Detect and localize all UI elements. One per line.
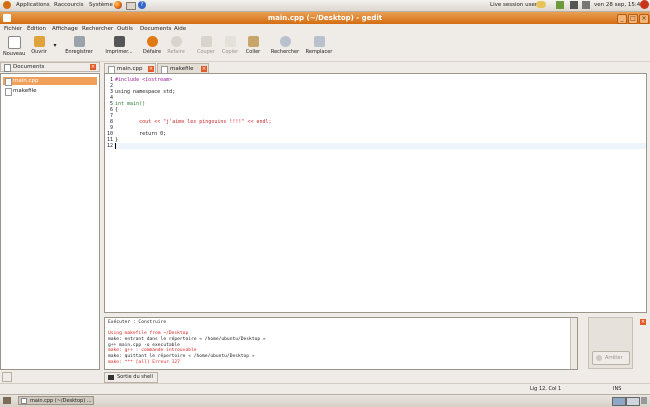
output-line: make: quittant le répertoire « /home/ubu… xyxy=(108,354,255,359)
menubar: Fichier Édition Affichage Rechercher Out… xyxy=(0,24,650,34)
code-editor[interactable]: 1 #include <iostream> 2 3 using namespac… xyxy=(104,73,647,313)
output-scrollbar[interactable] xyxy=(570,318,577,369)
printer-icon xyxy=(113,36,125,47)
side-panel-header: Documents × xyxy=(0,62,100,72)
output-line: make: g++ : commande introuvable xyxy=(108,348,197,353)
find-icon xyxy=(279,36,291,47)
trash-icon[interactable] xyxy=(641,397,647,404)
document-icon xyxy=(5,88,12,96)
document-item-makefile[interactable]: makefile xyxy=(3,87,97,96)
redo-button[interactable]: Refaire xyxy=(165,36,187,55)
copy-button[interactable]: Copier xyxy=(219,36,241,55)
save-icon xyxy=(73,36,85,47)
menu-aide[interactable]: Aide xyxy=(174,26,186,32)
current-line-highlight xyxy=(114,143,646,149)
cursor-position: Lig 12, Col 1 xyxy=(530,386,562,392)
redo-icon xyxy=(170,36,182,47)
code-line: { xyxy=(115,107,119,113)
menu-documents[interactable]: Documents xyxy=(140,26,171,32)
save-button[interactable]: Enregistrer xyxy=(62,36,96,55)
toolbar: Nouveau Ouvrir ▾ Enregistrer Imprimer...… xyxy=(0,34,650,62)
output-line: make: *** [all] Erreur 127 xyxy=(108,360,180,365)
session-label[interactable]: Live session user xyxy=(490,2,537,8)
output-line: make: entrant dans le répertoire « /home… xyxy=(108,337,266,342)
taskbar-item-gedit[interactable]: main.cpp (~/Desktop) ... xyxy=(18,396,94,405)
show-desktop-icon[interactable] xyxy=(3,397,11,404)
tab-makefile[interactable]: makefile × xyxy=(157,63,209,74)
cut-button[interactable]: Couper xyxy=(195,36,217,55)
code-line: cout << "j'aime les pingouins !!!!" << e… xyxy=(115,119,272,125)
replace-button[interactable]: Remplacer xyxy=(304,36,334,55)
workspace-switcher[interactable] xyxy=(612,397,626,406)
new-button[interactable]: Nouveau xyxy=(3,36,25,57)
menu-fichier[interactable]: Fichier xyxy=(4,26,22,32)
insert-mode: INS xyxy=(613,386,622,392)
minimize-button[interactable]: _ xyxy=(617,14,627,24)
window-title: main.cpp (~/Desktop) - gedit xyxy=(267,14,383,22)
replace-icon xyxy=(313,36,325,47)
side-panel-title: Documents xyxy=(13,64,45,70)
clock[interactable]: ven 28 sep, 15:48 xyxy=(594,2,644,8)
help-icon[interactable]: ? xyxy=(138,1,146,9)
workspace-switcher-2[interactable] xyxy=(626,397,640,406)
undo-icon xyxy=(146,36,158,47)
shell-output-tab[interactable]: Sortie du shell xyxy=(104,372,158,383)
text-cursor xyxy=(115,143,116,149)
documents-icon xyxy=(4,64,11,72)
maximize-button[interactable]: □ xyxy=(628,14,638,24)
gedit-icon xyxy=(21,398,27,404)
output-line: Exécuter : Construire xyxy=(108,320,167,325)
close-window-button[interactable]: × xyxy=(639,14,649,24)
stop-icon xyxy=(596,355,602,361)
paste-icon xyxy=(247,36,259,47)
ubuntu-logo-icon[interactable] xyxy=(3,1,11,9)
code-line: #include <iostream> xyxy=(115,77,173,83)
code-line: int main() xyxy=(115,101,146,107)
menu-rechercher[interactable]: Rechercher xyxy=(82,26,113,32)
top-panel: Applications Raccourcis Système ? Live s… xyxy=(0,0,650,12)
find-button[interactable]: Rechercher xyxy=(270,36,300,55)
new-document-icon xyxy=(7,36,21,49)
open-button[interactable]: Ouvrir xyxy=(28,36,50,55)
output-line: Using makefile from ~/Desktop xyxy=(108,331,189,336)
copy-icon xyxy=(224,36,236,47)
document-icon xyxy=(5,78,12,86)
document-list: main.cpp makefile xyxy=(0,73,100,370)
menu-outils[interactable]: Outils xyxy=(117,26,133,32)
menu-edition[interactable]: Édition xyxy=(27,26,46,32)
menu-systeme[interactable]: Système xyxy=(89,2,113,8)
print-button[interactable]: Imprimer... xyxy=(105,36,133,55)
shell-output[interactable]: Exécuter : Construire Using makefile fro… xyxy=(104,317,578,370)
mail-icon[interactable] xyxy=(126,2,136,10)
taskbar: main.cpp (~/Desktop) ... xyxy=(0,394,650,407)
tab-close-icon[interactable]: × xyxy=(148,66,154,72)
weather-icon xyxy=(536,1,546,8)
document-item-main-cpp[interactable]: main.cpp xyxy=(3,77,97,86)
code-line: using namespace std; xyxy=(115,89,176,95)
tab-close-icon[interactable]: × xyxy=(201,66,207,72)
open-recent-arrow[interactable]: ▾ xyxy=(52,42,58,49)
stop-button[interactable]: Arrêter xyxy=(592,351,630,365)
menu-applications[interactable]: Applications xyxy=(16,2,50,8)
power-icon[interactable] xyxy=(640,0,649,9)
folder-open-icon xyxy=(33,36,45,47)
volume-icon[interactable] xyxy=(582,1,590,9)
network-icon[interactable] xyxy=(570,1,578,9)
undo-button[interactable]: Défaire xyxy=(141,36,163,55)
side-panel-tab[interactable] xyxy=(2,372,12,382)
scissors-icon xyxy=(200,36,212,47)
menu-affichage[interactable]: Affichage xyxy=(52,26,78,32)
updates-icon[interactable] xyxy=(556,1,564,9)
firefox-icon[interactable] xyxy=(114,1,122,9)
close-side-panel-icon[interactable]: × xyxy=(90,64,96,70)
shell-icon xyxy=(108,375,114,380)
paste-button[interactable]: Coller xyxy=(242,36,264,55)
code-line: return 0; xyxy=(115,131,167,137)
window-titlebar[interactable]: main.cpp (~/Desktop) - gedit _ □ × xyxy=(0,12,650,24)
close-bottom-panel-icon[interactable]: × xyxy=(640,319,646,325)
menu-raccourcis[interactable]: Raccourcis xyxy=(54,2,84,8)
line-number: 12 xyxy=(106,143,113,149)
